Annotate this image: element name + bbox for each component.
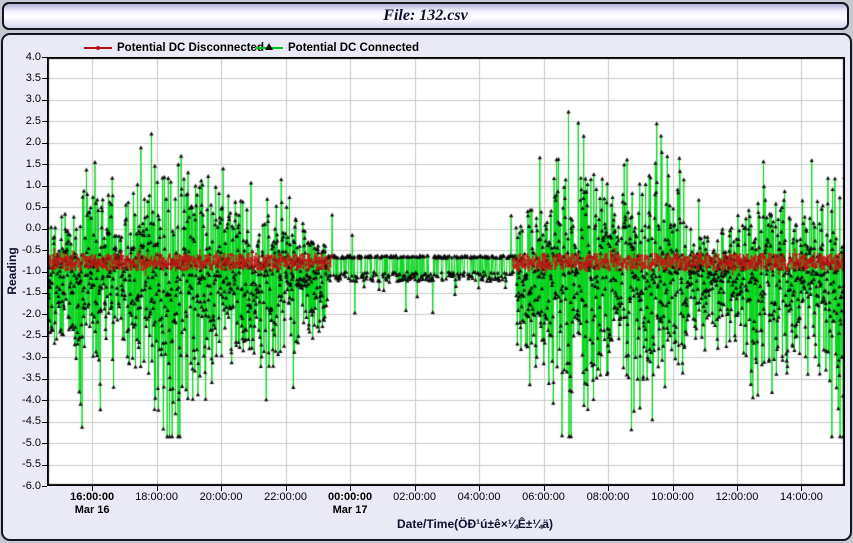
- y-tick-mark: [42, 100, 47, 101]
- y-tick-mark: [42, 186, 47, 187]
- y-tick-label: -0.5: [11, 244, 41, 257]
- y-tick-mark: [42, 229, 47, 230]
- legend-label-connected: Potential DC Connected: [288, 42, 419, 54]
- y-tick-label: -5.0: [11, 437, 41, 450]
- x-tick-label: 12:00:00: [705, 491, 769, 504]
- x-tick-label: 04:00:00: [447, 491, 511, 504]
- x-tick-sublabel: Mar 16: [60, 504, 124, 517]
- x-tick-label: 20:00:00: [189, 491, 253, 504]
- y-tick-mark: [42, 78, 47, 79]
- y-tick-mark: [42, 336, 47, 337]
- y-tick-mark: [42, 164, 47, 165]
- y-tick-label: -1.0: [11, 265, 41, 278]
- x-axis-title: Date/Time(ÖÐ¹ú±ê×¼Ê±¼ä): [110, 517, 840, 531]
- legend-label-disconnected: Potential DC Disconnected: [117, 42, 264, 54]
- y-tick-label: 1.0: [11, 179, 41, 192]
- chart-plot-area[interactable]: [47, 57, 845, 486]
- y-tick-label: -2.0: [11, 308, 41, 321]
- y-tick-label: 4.0: [11, 51, 41, 64]
- y-tick-mark: [42, 121, 47, 122]
- y-tick-label: 0.0: [11, 222, 41, 235]
- y-tick-mark: [42, 400, 47, 401]
- y-tick-mark: [42, 443, 47, 444]
- x-tick-label: 18:00:00: [125, 491, 189, 504]
- x-tick-label: 16:00:00: [60, 491, 124, 504]
- y-tick-label: -4.0: [11, 394, 41, 407]
- y-tick-mark: [42, 293, 47, 294]
- y-tick-label: 2.0: [11, 136, 41, 149]
- y-tick-mark: [42, 143, 47, 144]
- y-tick-mark: [42, 57, 47, 58]
- y-tick-label: -6.0: [11, 480, 41, 493]
- y-tick-mark: [42, 379, 47, 380]
- x-tick-label: 14:00:00: [769, 491, 833, 504]
- y-tick-label: 2.5: [11, 115, 41, 128]
- green-line-triangle-icon: [255, 41, 283, 55]
- window-title-bar[interactable]: File: 132.csv: [2, 2, 849, 30]
- x-tick-label: 02:00:00: [383, 491, 447, 504]
- window-title: File: 132.csv: [383, 7, 467, 25]
- y-tick-label: -5.5: [11, 458, 41, 471]
- y-tick-mark: [42, 465, 47, 466]
- x-tick-label: 10:00:00: [641, 491, 705, 504]
- y-tick-label: 3.0: [11, 93, 41, 106]
- y-tick-mark: [42, 207, 47, 208]
- legend-item-connected[interactable]: Potential DC Connected: [255, 41, 419, 55]
- y-tick-label: -3.0: [11, 351, 41, 364]
- y-tick-label: 1.5: [11, 158, 41, 171]
- x-tick-label: 22:00:00: [254, 491, 318, 504]
- y-tick-mark: [42, 250, 47, 251]
- y-tick-label: 3.5: [11, 72, 41, 85]
- y-tick-label: -3.5: [11, 372, 41, 385]
- y-tick-label: -1.5: [11, 286, 41, 299]
- y-tick-mark: [42, 272, 47, 273]
- legend-item-disconnected[interactable]: Potential DC Disconnected: [84, 41, 264, 55]
- y-tick-mark: [42, 486, 47, 487]
- x-tick-label: 06:00:00: [512, 491, 576, 504]
- y-tick-mark: [42, 422, 47, 423]
- x-tick-label: 08:00:00: [576, 491, 640, 504]
- y-tick-label: 0.5: [11, 201, 41, 214]
- x-tick-sublabel: Mar 17: [318, 504, 382, 517]
- y-tick-mark: [42, 357, 47, 358]
- y-tick-label: -4.5: [11, 415, 41, 428]
- red-line-dot-icon: [84, 41, 112, 55]
- x-tick-label: 00:00:00: [318, 491, 382, 504]
- y-tick-mark: [42, 314, 47, 315]
- y-tick-label: -2.5: [11, 329, 41, 342]
